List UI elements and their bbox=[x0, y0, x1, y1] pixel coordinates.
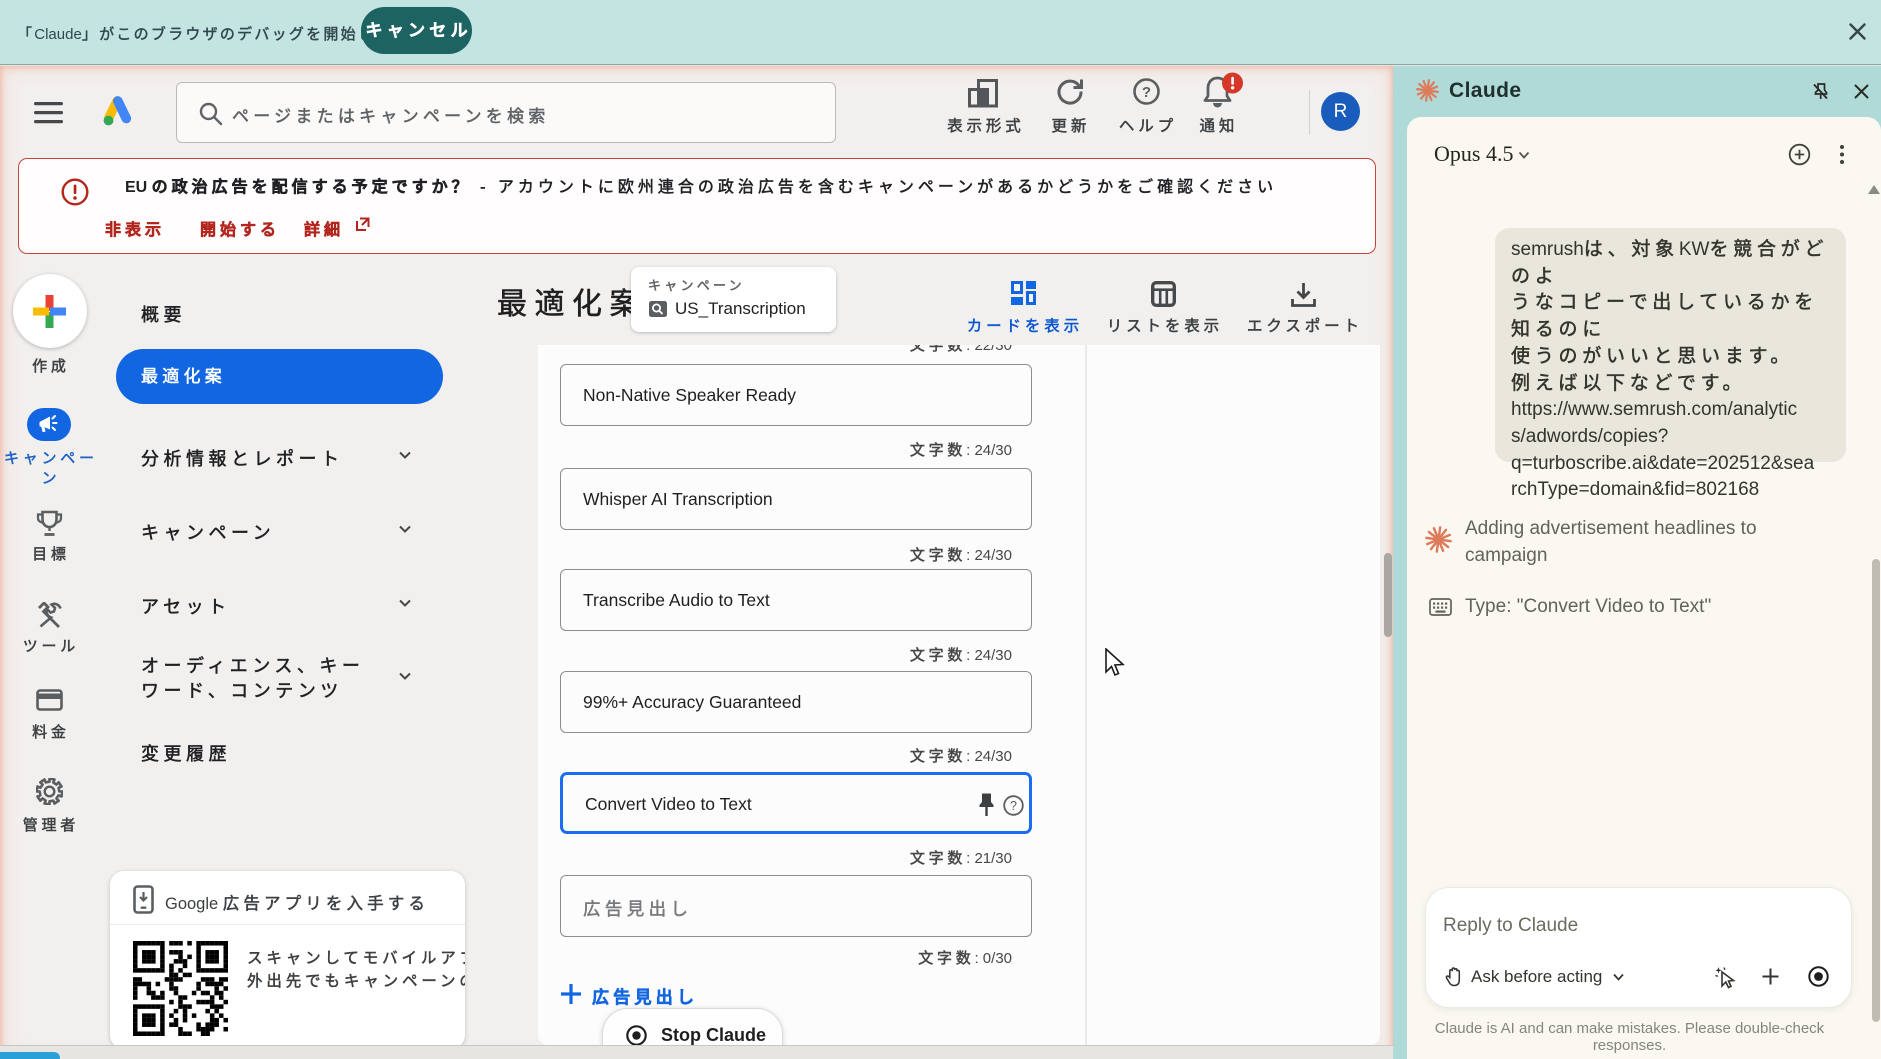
svg-text:?: ? bbox=[1142, 84, 1151, 101]
svg-text:?: ? bbox=[1010, 799, 1017, 813]
